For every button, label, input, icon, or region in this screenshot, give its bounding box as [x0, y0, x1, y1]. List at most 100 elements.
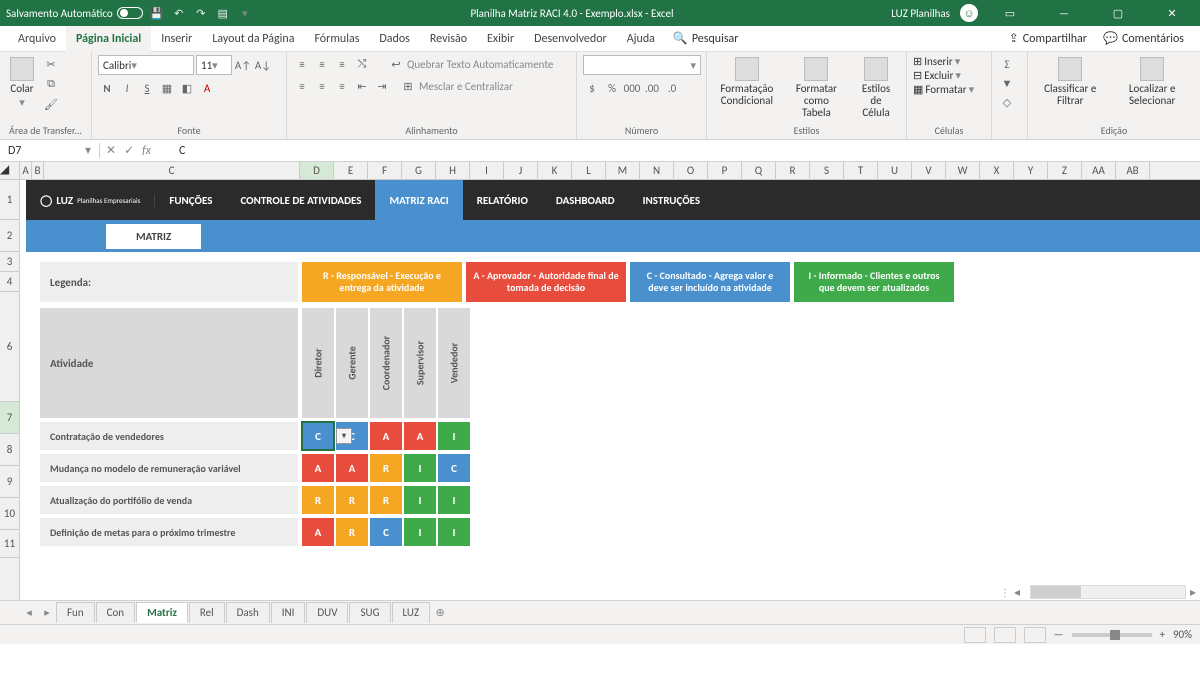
col-header-P[interactable]: P [708, 162, 742, 179]
account-avatar-icon[interactable]: ☺ [960, 4, 978, 22]
inc-decimal-icon[interactable]: .00 [643, 79, 661, 97]
tab-exibir[interactable]: Exibir [477, 26, 524, 52]
zoom-slider[interactable] [1072, 633, 1152, 637]
nav-funcoes[interactable]: FUNÇÕES [155, 180, 226, 220]
col-header-U[interactable]: U [878, 162, 912, 179]
tab-arquivo[interactable]: Arquivo [8, 26, 66, 52]
qat-dropdown-icon[interactable]: ▾ [237, 5, 253, 21]
increase-font-icon[interactable]: A↑ [234, 56, 252, 74]
find-select-button[interactable]: Localizar e Selecionar [1110, 55, 1194, 109]
col-header-I[interactable]: I [470, 162, 504, 179]
formula-input[interactable]: C [159, 144, 185, 158]
col-header-AA[interactable]: AA [1082, 162, 1116, 179]
comments-button[interactable]: 💬Comentários [1095, 31, 1192, 46]
close-icon[interactable]: ✕ [1150, 0, 1194, 26]
fill-color-icon[interactable]: ◧ [178, 79, 196, 97]
sheet-tab-rel[interactable]: Rel [189, 602, 225, 623]
row-header-8[interactable]: 8 [0, 434, 19, 466]
col-header-H[interactable]: H [436, 162, 470, 179]
comma-icon[interactable]: 000 [623, 79, 641, 97]
col-header-L[interactable]: L [572, 162, 606, 179]
paste-button[interactable]: Colar▾ [6, 55, 38, 111]
insert-cells-button[interactable]: ⊞ Inserir ▾ [913, 55, 960, 68]
delete-cells-button[interactable]: ⊟ Excluir ▾ [913, 69, 961, 82]
col-header-T[interactable]: T [844, 162, 878, 179]
view-layout-icon[interactable] [994, 627, 1016, 643]
row-header-3[interactable]: 3 [0, 252, 19, 272]
raci-cell[interactable]: C▾ [302, 422, 334, 450]
tab-revisao[interactable]: Revisão [420, 26, 477, 52]
raci-cell[interactable]: R [302, 486, 334, 514]
format-painter-icon[interactable]: 🖌 [42, 95, 60, 113]
align-top-icon[interactable]: ≡ [293, 55, 311, 73]
autosum-icon[interactable]: Σ [998, 55, 1016, 73]
format-table-button[interactable]: Formatar como Tabela [785, 55, 848, 121]
fx-icon[interactable]: fx [142, 144, 151, 158]
tab-dados[interactable]: Dados [369, 26, 419, 52]
bold-icon[interactable]: N [98, 79, 116, 97]
raci-cell[interactable]: A [404, 422, 436, 450]
col-header-S[interactable]: S [810, 162, 844, 179]
row-header-10[interactable]: 10 [0, 498, 19, 530]
raci-cell[interactable]: R [336, 486, 368, 514]
ribbon-options-icon[interactable]: ▭ [988, 0, 1032, 26]
account-name[interactable]: LUZ Planilhas [891, 7, 950, 20]
sheet-tab-sug[interactable]: SUG [349, 602, 390, 623]
col-header-E[interactable]: E [334, 162, 368, 179]
col-header-N[interactable]: N [640, 162, 674, 179]
tab-desenvolvedor[interactable]: Desenvolvedor [524, 26, 617, 52]
raci-cell[interactable]: I [404, 518, 436, 546]
redo-icon[interactable]: ↷ [193, 5, 209, 21]
orientation-icon[interactable]: ⤭ [353, 55, 371, 73]
new-sheet-icon[interactable]: ⊕ [431, 606, 449, 619]
align-bot-icon[interactable]: ≡ [333, 55, 351, 73]
cell-styles-button[interactable]: Estilos de Célula [852, 55, 900, 121]
dec-indent-icon[interactable]: ⇤ [353, 77, 371, 95]
row-header-6[interactable]: 6 [0, 292, 19, 402]
autosave-toggle[interactable]: Salvamento Automático [6, 7, 143, 20]
scroll-right-icon[interactable]: ▸ [1186, 585, 1200, 600]
col-header-J[interactable]: J [504, 162, 538, 179]
nav-instrucoes[interactable]: INSTRUÇÕES [629, 180, 714, 220]
merge-center-button[interactable]: Mesclar e Centralizar [419, 80, 513, 93]
raci-cell[interactable]: I [438, 486, 470, 514]
col-header-X[interactable]: X [980, 162, 1014, 179]
raci-cell[interactable]: I [438, 518, 470, 546]
raci-cell[interactable]: A [336, 454, 368, 482]
fill-icon[interactable]: ▼ [998, 74, 1016, 92]
font-color-icon[interactable]: A [198, 79, 216, 97]
tab-next-icon[interactable]: ▸ [38, 606, 56, 619]
col-header-B[interactable]: B [32, 162, 44, 179]
col-header-R[interactable]: R [776, 162, 810, 179]
italic-icon[interactable]: I [118, 79, 136, 97]
share-button[interactable]: ⇪Compartilhar [1001, 31, 1095, 46]
decrease-font-icon[interactable]: A↓ [254, 56, 272, 74]
dec-decimal-icon[interactable]: .0 [663, 79, 681, 97]
col-header-AB[interactable]: AB [1116, 162, 1150, 179]
raci-cell[interactable]: R [370, 454, 402, 482]
sheet-tab-luz[interactable]: LUZ [392, 602, 431, 623]
align-center-icon[interactable]: ≡ [313, 77, 331, 95]
tab-prev-icon[interactable]: ◂ [20, 606, 38, 619]
col-header-Q[interactable]: Q [742, 162, 776, 179]
sheet-tab-matriz[interactable]: Matriz [136, 602, 188, 623]
search-box[interactable]: 🔍Pesquisar [665, 31, 747, 46]
col-header-O[interactable]: O [674, 162, 708, 179]
row-header-1[interactable]: 1 [0, 180, 19, 220]
tab-formulas[interactable]: Fórmulas [304, 26, 369, 52]
border-icon[interactable]: ▦ [158, 79, 176, 97]
sheet-tab-duv[interactable]: DUV [306, 602, 348, 623]
tab-layout[interactable]: Layout da Página [202, 26, 304, 52]
wrap-text-button[interactable]: Quebrar Texto Automaticamente [407, 58, 553, 71]
tab-ajuda[interactable]: Ajuda [617, 26, 665, 52]
nav-relatorio[interactable]: RELATÓRIO [463, 180, 542, 220]
nav-dashboard[interactable]: DASHBOARD [542, 180, 629, 220]
col-header-A[interactable]: A [20, 162, 32, 179]
raci-cell[interactable]: A [302, 518, 334, 546]
sheet-tab-ini[interactable]: INI [271, 602, 306, 623]
raci-cell[interactable]: C [370, 518, 402, 546]
select-all-triangle[interactable]: ◢ [0, 162, 20, 180]
clear-icon[interactable]: ◇ [998, 93, 1016, 111]
align-left-icon[interactable]: ≡ [293, 77, 311, 95]
view-normal-icon[interactable] [964, 627, 986, 643]
